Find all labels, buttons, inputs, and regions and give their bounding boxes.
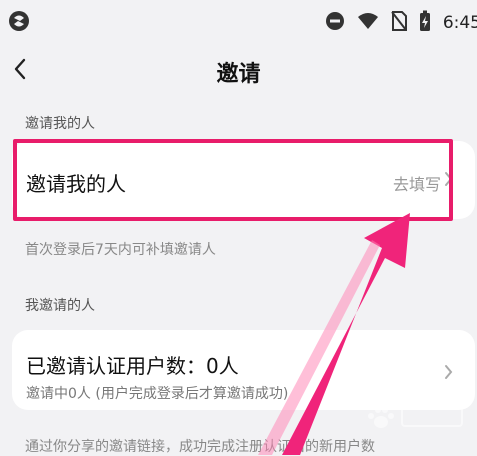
status-time: 6:45 (442, 13, 477, 33)
dnd-icon (325, 11, 345, 35)
app-logo-icon (8, 10, 30, 36)
fill-in-link[interactable]: 去填写 (393, 171, 441, 195)
footer-hint: 通过你分享的邀请链接，成功完成注册认证后的新用户数 (25, 439, 375, 455)
invited-count: 已邀请认证用户数：0人 (26, 354, 239, 378)
header: 邀请 (0, 44, 477, 96)
no-sim-icon (391, 11, 407, 35)
wifi-icon (357, 12, 379, 34)
chevron-right-icon (444, 171, 453, 187)
section-label-invited: 我邀请的人 (25, 298, 95, 314)
inviter-row-title: 邀请我的人 (26, 172, 126, 196)
section-label-inviter: 邀请我的人 (25, 116, 95, 132)
battery-charging-icon (419, 10, 431, 36)
status-bar: 6:45 (0, 0, 477, 44)
inviter-row[interactable]: 邀请我的人 去填写 (12, 141, 475, 219)
invited-sub-text: 邀请中0人 (用户完成登录后才算邀请成功) (26, 386, 289, 402)
inviter-hint: 首次登录后7天内可补填邀请人 (25, 242, 216, 258)
watermark-logo (368, 405, 463, 428)
chevron-right-icon (444, 364, 453, 380)
page-title: 邀请 (216, 62, 261, 87)
